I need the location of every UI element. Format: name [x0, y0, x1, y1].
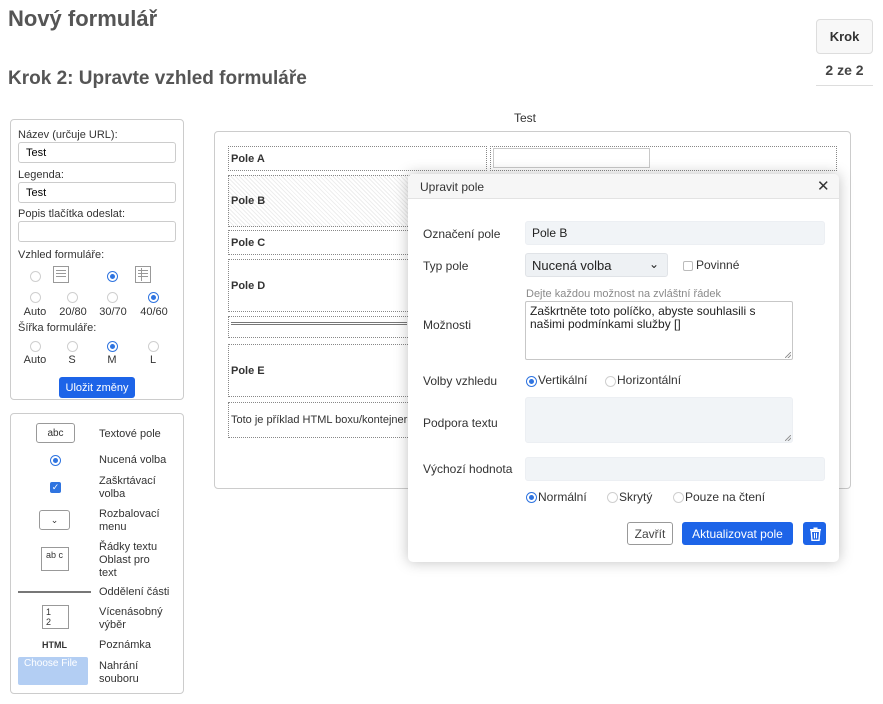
form-name-label: Název (určuje URL): — [18, 129, 118, 141]
visibility-radio-normal[interactable] — [526, 492, 537, 503]
chevron-down-icon: ⌄ — [648, 257, 659, 271]
step-title: Krok 2: Upravte vzhled formuláře — [8, 68, 307, 89]
palette-file-upload-label[interactable]: Nahrání souboru — [99, 660, 159, 686]
submit-label-input[interactable] — [18, 221, 176, 242]
visibility-option-readonly: Pouze na čtení — [685, 490, 766, 504]
form-legend-input[interactable] — [18, 182, 176, 203]
form-field-pole-a[interactable]: Pole A — [228, 146, 487, 171]
palette-html-icon[interactable]: HTML — [42, 640, 67, 650]
layout-radio-20-80[interactable] — [67, 292, 78, 303]
width-radio-auto[interactable] — [30, 341, 41, 352]
layout-single-column-icon — [53, 266, 69, 283]
palette-note-label[interactable]: Poznámka — [99, 639, 151, 652]
form-width-label: Šířka formuláře: — [18, 322, 97, 334]
appearance-option-horizontal: Horizontální — [617, 373, 682, 387]
palette-textarea-icon[interactable]: ab c — [41, 547, 69, 571]
layout-radio-auto[interactable] — [30, 292, 41, 303]
required-label: Povinné — [696, 258, 740, 272]
close-icon[interactable]: ✕ — [817, 177, 830, 195]
visibility-radio-readonly[interactable] — [673, 492, 684, 503]
palette-section-divider-label[interactable]: Oddělení části — [99, 586, 169, 599]
palette-text-field-icon[interactable]: abc — [36, 423, 75, 443]
field-label-label: Označení pole — [423, 227, 501, 241]
options-textarea[interactable]: Zaškrtněte toto políčko, abyste souhlasi… — [525, 301, 793, 360]
palette-multiselect-icon[interactable]: 12 — [42, 605, 69, 629]
visibility-radio-hidden[interactable] — [607, 492, 618, 503]
help-text-label: Podpora textu — [423, 416, 498, 430]
visibility-option-normal: Normální — [538, 490, 587, 504]
field-label-input[interactable] — [525, 221, 825, 245]
form-layout-label: Vzhled formuláře: — [18, 249, 105, 261]
multiselect-sample-1: 1 — [46, 607, 52, 617]
appearance-label: Volby vzhledu — [423, 374, 498, 388]
width-option-l: L — [149, 354, 157, 366]
palette-multiselect-label[interactable]: Vícenásobný výběr — [99, 606, 169, 632]
appearance-option-vertical: Vertikální — [538, 373, 588, 387]
modal-title: Upravit pole — [420, 180, 485, 194]
layout-option-30-70: 30/70 — [99, 306, 127, 318]
palette-dropdown-label[interactable]: Rozbalovací menu — [99, 508, 169, 534]
form-field-pole-c[interactable]: Pole C — [228, 230, 410, 255]
form-field-pole-e[interactable]: Pole E — [228, 344, 410, 397]
resize-handle-icon[interactable] — [785, 352, 791, 358]
step-indicator-count: 2 ze 2 — [825, 62, 864, 78]
width-option-m: M — [107, 354, 117, 366]
visibility-option-hidden: Skrytý — [619, 490, 653, 504]
layout-radio-30-70[interactable] — [107, 292, 118, 303]
default-value-label: Výchozí hodnota — [423, 462, 513, 476]
submit-label-label: Popis tlačítka odeslat: — [18, 208, 126, 220]
width-option-auto: Auto — [23, 354, 47, 366]
layout-radio-40-60[interactable] — [148, 292, 159, 303]
page-title: Nový formulář — [8, 6, 158, 31]
palette-checkbox-label[interactable]: Zaškrtávací volba — [99, 475, 169, 501]
layout-two-column-icon — [135, 266, 151, 283]
field-type-label: Typ pole — [423, 259, 469, 273]
layout-radio-icon-1[interactable] — [30, 271, 41, 282]
palette-radio-label[interactable]: Nucená volba — [99, 454, 166, 467]
trash-icon — [810, 527, 821, 541]
form-field-pole-b[interactable]: Pole B — [228, 175, 410, 227]
multiselect-sample-2: 2 — [46, 617, 52, 627]
options-label: Možnosti — [423, 318, 472, 332]
close-modal-button[interactable]: Zavřít — [627, 522, 673, 545]
layout-option-20-80: 20/80 — [59, 306, 87, 318]
appearance-radio-horizontal[interactable] — [605, 376, 616, 387]
layout-radio-icon-2[interactable] — [107, 271, 118, 282]
form-legend-label: Legenda: — [18, 169, 64, 181]
palette-text-field-label[interactable]: Textové pole — [99, 428, 161, 441]
form-field-section-divider[interactable] — [228, 316, 410, 338]
delete-field-button[interactable] — [803, 522, 826, 545]
update-field-button[interactable]: Aktualizovat pole — [682, 522, 793, 545]
layout-option-auto: Auto — [23, 306, 47, 318]
field-type-value: Nucená volba — [532, 258, 612, 273]
layout-option-40-60: 40/60 — [140, 306, 168, 318]
palette-checkbox-icon[interactable]: ✓ — [50, 482, 61, 493]
palette-radio-icon[interactable] — [50, 455, 61, 466]
palette-file-upload-icon[interactable]: Choose File — [18, 657, 88, 685]
form-preview-title: Test — [514, 111, 537, 125]
default-value-input[interactable] — [525, 457, 825, 481]
save-changes-button[interactable]: Uložit změny — [59, 377, 135, 398]
step-indicator-label: Krok — [816, 19, 873, 54]
step-indicator-divider — [816, 85, 873, 86]
palette-dropdown-icon[interactable]: ⌄ — [39, 510, 70, 530]
pole-a-input-preview — [493, 148, 650, 168]
appearance-radio-vertical[interactable] — [526, 376, 537, 387]
help-resize-handle-icon[interactable] — [785, 435, 791, 441]
width-radio-l[interactable] — [148, 341, 159, 352]
palette-textarea-label[interactable]: Řádky textu Oblast pro text — [99, 541, 169, 580]
form-field-pole-d[interactable]: Pole D — [228, 259, 410, 312]
options-hint: Dejte každou možnost na zvláštní řádek — [526, 288, 722, 300]
width-radio-s[interactable] — [67, 341, 78, 352]
form-name-input[interactable] — [18, 142, 176, 163]
section-divider-line — [231, 322, 407, 325]
required-checkbox[interactable] — [683, 261, 693, 271]
width-radio-m[interactable] — [107, 341, 118, 352]
palette-section-divider-icon[interactable] — [18, 591, 91, 593]
form-html-box[interactable]: Toto je příklad HTML boxu/kontejneru — [228, 402, 410, 438]
help-text-textarea[interactable] — [525, 397, 793, 443]
field-type-select[interactable]: Nucená volba ⌄ — [525, 253, 668, 277]
width-option-s: S — [68, 354, 76, 366]
